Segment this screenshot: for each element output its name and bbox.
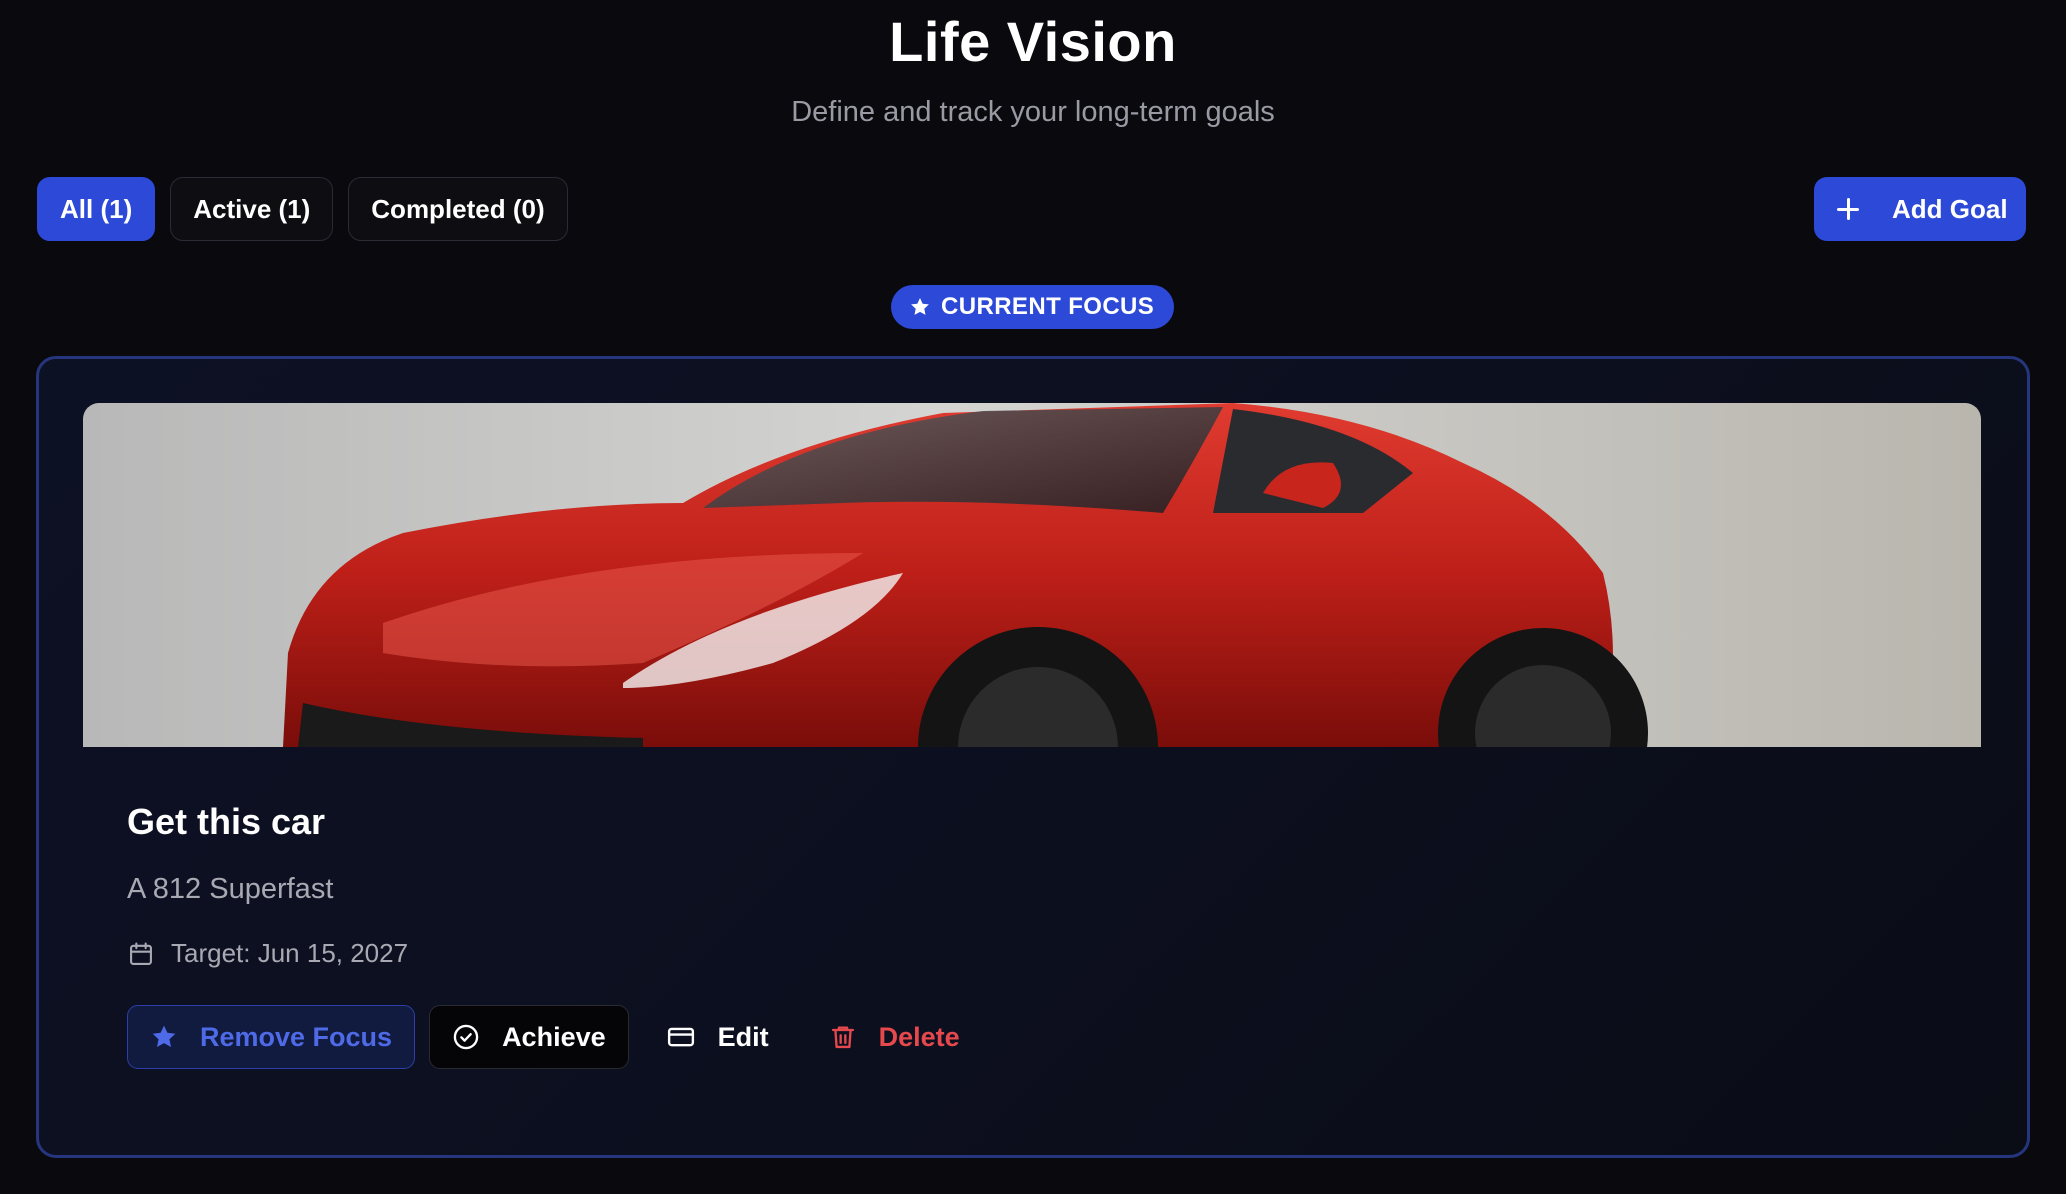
edit-button[interactable]: Edit	[643, 1005, 792, 1069]
card-icon	[667, 1027, 694, 1047]
achieve-label: Achieve	[502, 1021, 606, 1052]
goal-actions: Remove Focus Achieve Edit Delete	[127, 1005, 983, 1069]
add-goal-button[interactable]: Add Goal	[1814, 177, 2026, 241]
goal-title: Get this car	[127, 801, 326, 842]
trash-icon	[831, 1026, 854, 1049]
filter-all[interactable]: All (1)	[37, 177, 156, 241]
delete-label: Delete	[878, 1021, 960, 1052]
goal-target-label: Target: Jun 15, 2027	[171, 938, 409, 968]
current-focus-badge: CURRENT FOCUS	[891, 285, 1175, 329]
remove-focus-button[interactable]: Remove Focus	[127, 1005, 416, 1069]
edit-label: Edit	[717, 1021, 769, 1052]
calendar-icon	[130, 941, 152, 965]
page-subtitle: Define and track your long-term goals	[791, 96, 1275, 128]
goal-description: A 812 Superfast	[127, 873, 334, 905]
filter-completed[interactable]: Completed (0)	[348, 177, 568, 241]
add-goal-label: Add Goal	[1892, 193, 2008, 224]
current-focus-label: CURRENT FOCUS	[941, 293, 1155, 320]
star-icon	[152, 1025, 176, 1048]
filter-tabs: All (1) Active (1) Completed (0)	[37, 177, 568, 241]
star-icon	[911, 298, 929, 315]
life-vision-page: Life Vision Define and track your long-t…	[0, 0, 2066, 1194]
delete-button[interactable]: Delete	[806, 1005, 983, 1069]
goal-image	[83, 403, 1981, 747]
car-illustration	[83, 403, 1981, 747]
plus-icon	[1836, 197, 1860, 221]
page-title: Life Vision	[889, 10, 1177, 73]
achieve-button[interactable]: Achieve	[429, 1005, 629, 1069]
remove-focus-label: Remove Focus	[200, 1021, 393, 1052]
goal-card: Get this car A 812 Superfast Target: Jun…	[36, 356, 2030, 1158]
filter-active[interactable]: Active (1)	[170, 177, 334, 241]
goal-target-date: Target: Jun 15, 2027	[127, 938, 408, 969]
check-circle-icon	[453, 1024, 479, 1050]
